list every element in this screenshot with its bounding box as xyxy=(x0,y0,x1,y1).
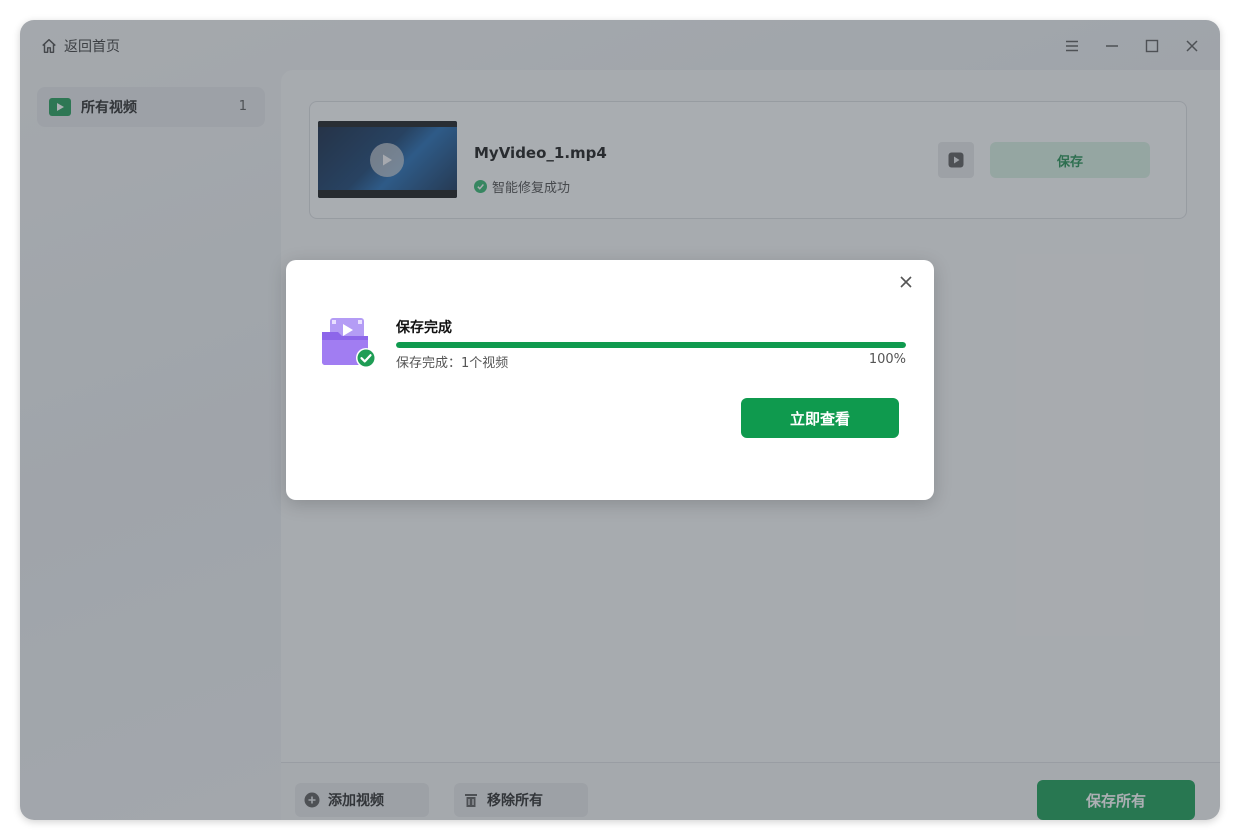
close-icon xyxy=(900,276,912,288)
save-progress-fill xyxy=(396,342,906,348)
view-now-button[interactable]: 立即查看 xyxy=(741,398,899,438)
save-progress-bar xyxy=(396,342,906,348)
progress-percent: 100% xyxy=(868,352,906,367)
dialog-close-button[interactable] xyxy=(896,272,916,292)
dialog-title: 保存完成 xyxy=(396,320,452,336)
dialog-description: 保存完成：1个视频 xyxy=(396,356,509,371)
save-complete-dialog: 保存完成 保存完成：1个视频 100% 立即查看 xyxy=(286,260,934,500)
video-folder-icon xyxy=(320,316,382,372)
